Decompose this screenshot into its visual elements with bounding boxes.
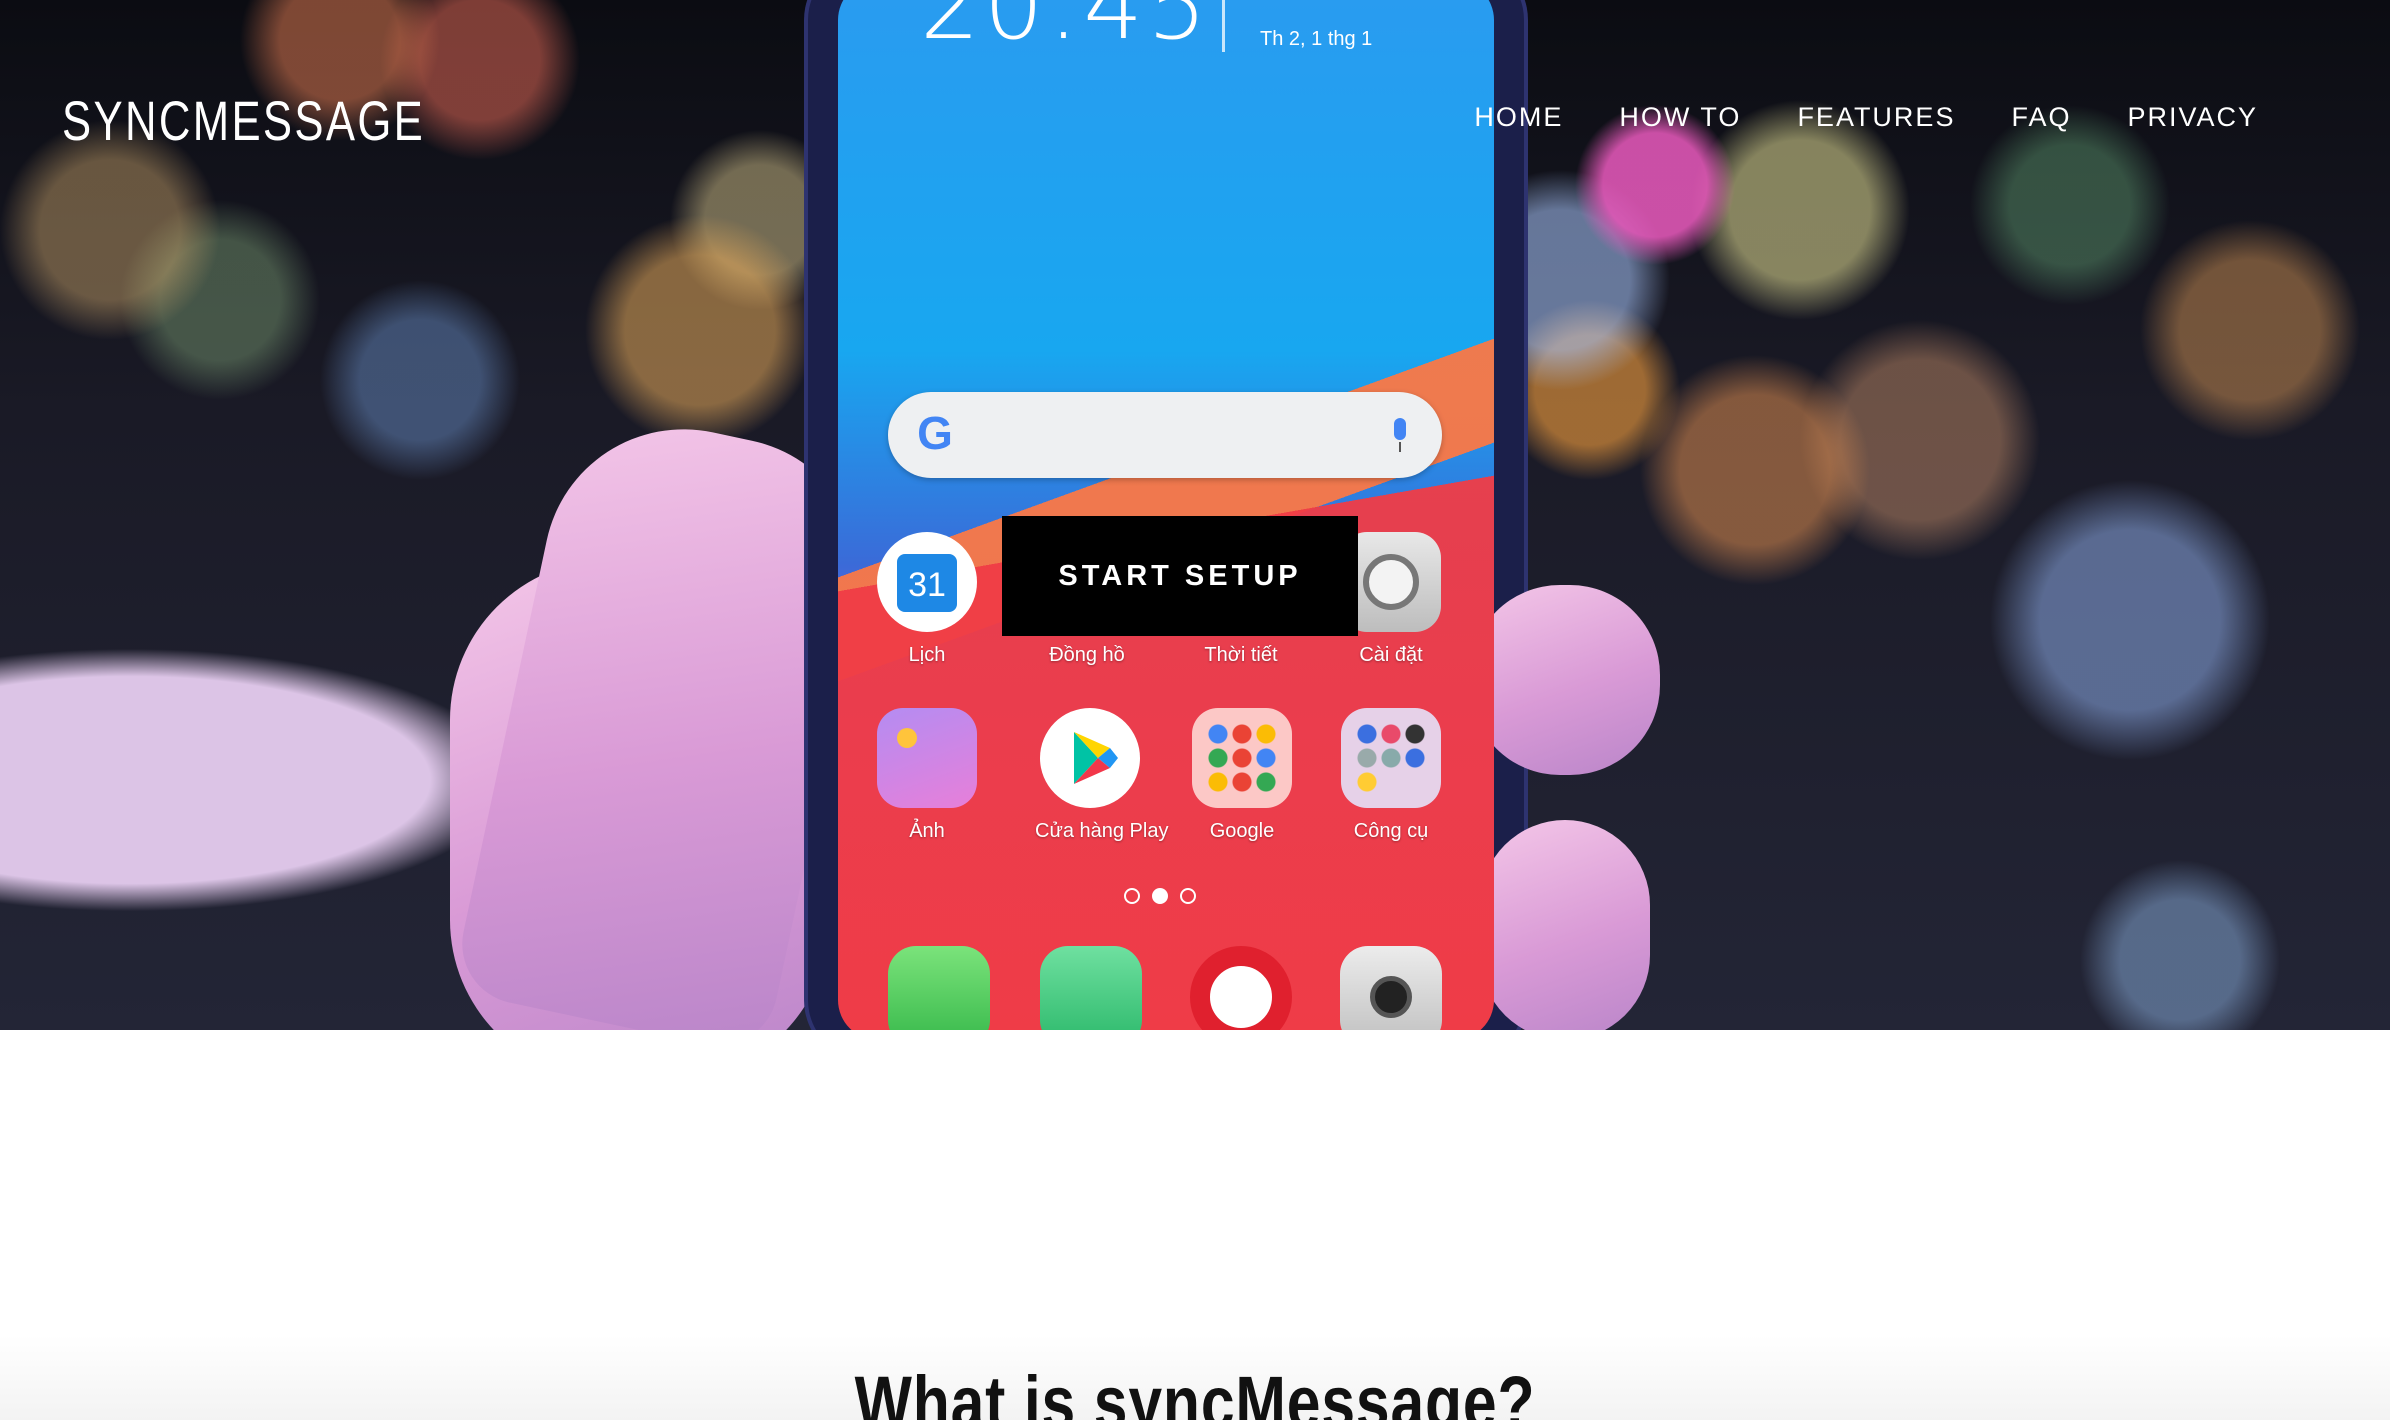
phone-icon [888, 946, 990, 1030]
app-play-store: Cửa hàng Play [1035, 708, 1169, 843]
hand-finger-upper [1470, 585, 1660, 775]
brand-logo[interactable]: SYNCMESSAGE [62, 88, 425, 153]
photos-icon [877, 708, 977, 808]
nav-features[interactable]: FEATURES [1797, 102, 1955, 133]
app-tools-folder: Công cụ [1336, 708, 1446, 843]
page-dot [1180, 888, 1196, 904]
nav-faq[interactable]: FAQ [2011, 102, 2071, 133]
app-photos: Ảnh [872, 708, 982, 843]
about-title: What is syncMessage? [854, 1361, 1536, 1420]
google-folder-icon [1192, 708, 1292, 808]
app-label: Google [1209, 820, 1275, 842]
google-search-widget: G [888, 392, 1442, 478]
phone-date: Th 2, 1 thg 1 [1260, 28, 1373, 50]
page-dot-active [1152, 888, 1168, 904]
mic-icon [1392, 418, 1408, 452]
app-label: Cài đặt [1359, 644, 1423, 666]
messages-icon [1040, 946, 1142, 1030]
clock-divider [1222, 0, 1225, 52]
camera-icon [1340, 946, 1442, 1030]
app-label: Công cụ [1353, 820, 1429, 842]
page-dot [1124, 888, 1140, 904]
phone-clock: 20:45 [920, 0, 1211, 61]
app-label: Lịch [908, 644, 946, 666]
calendar-icon: 31 [877, 532, 977, 632]
nav-privacy[interactable]: PRIVACY [2127, 102, 2258, 133]
nav-home[interactable]: HOME [1474, 102, 1563, 133]
tools-folder-icon [1341, 708, 1441, 808]
app-calendar: 31 Lịch [872, 532, 982, 667]
main-nav: HOME HOW TO FEATURES FAQ PRIVACY [1474, 102, 2258, 133]
phone-screen [838, 0, 1494, 1030]
hero-section: 20:45 Th 2, 1 thg 1 G 31 Lịch Đồng hồ Th… [0, 0, 2390, 1030]
app-label: Ảnh [909, 820, 945, 842]
app-google-folder: Google [1187, 708, 1297, 843]
hand-finger-lower [1480, 820, 1650, 1030]
google-g-icon: G [917, 407, 953, 459]
nav-how-to[interactable]: HOW TO [1619, 102, 1741, 133]
start-setup-button[interactable]: START SETUP [1002, 516, 1358, 636]
page-indicator [1124, 888, 1208, 909]
app-label: Đồng hồ [1049, 644, 1125, 666]
app-label: Thời tiết [1204, 644, 1278, 666]
play-store-icon [1040, 708, 1140, 808]
calendar-day: 31 [897, 554, 957, 612]
app-label: Cửa hàng Play [1035, 820, 1169, 842]
